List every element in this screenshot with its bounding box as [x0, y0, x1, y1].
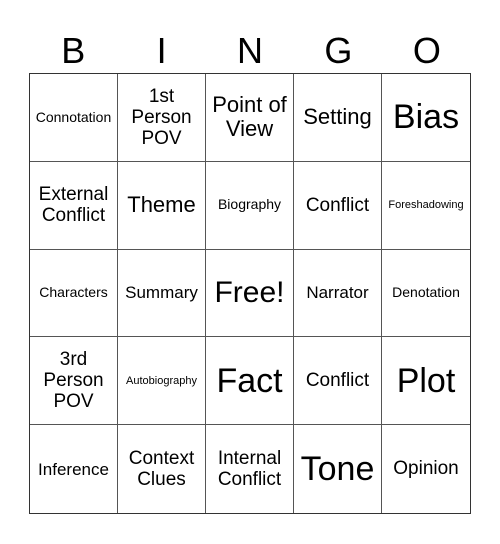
bingo-cell[interactable]: Plot	[382, 337, 470, 426]
header-letter-o: O	[412, 30, 441, 71]
bingo-cell[interactable]: External Conflict	[30, 161, 118, 250]
bingo-cell[interactable]: Narrator	[294, 249, 382, 338]
bingo-cell[interactable]: Inference	[30, 425, 118, 513]
bingo-cell[interactable]: Conflict	[294, 337, 382, 426]
bingo-cell[interactable]: Summary	[118, 249, 206, 338]
bingo-cell[interactable]: 1st Person POV	[118, 74, 206, 162]
bingo-grid: Connotation 1st Person POV Point of View…	[29, 73, 471, 514]
bingo-cell-free[interactable]: Free!	[206, 249, 294, 338]
bingo-cell[interactable]: Point of View	[206, 74, 294, 162]
bingo-cell[interactable]: Setting	[294, 74, 382, 162]
bingo-cell[interactable]: Bias	[382, 74, 470, 162]
bingo-cell[interactable]: Conflict	[294, 161, 382, 250]
header-letter-n: N	[237, 30, 264, 71]
bingo-cell[interactable]: Characters	[30, 249, 118, 338]
bingo-cell[interactable]: Denotation	[382, 250, 470, 338]
bingo-cell[interactable]: 3rd Person POV	[30, 337, 118, 426]
bingo-cell[interactable]: Connotation	[30, 74, 118, 162]
bingo-cell[interactable]: Fact	[206, 337, 294, 426]
bingo-cell[interactable]: Opinion	[382, 425, 470, 513]
bingo-cell[interactable]: Biography	[206, 161, 294, 250]
bingo-cell[interactable]: Theme	[118, 161, 206, 250]
header-letter-i: I	[156, 30, 167, 71]
bingo-cell[interactable]: Foreshadowing	[382, 162, 470, 250]
bingo-cell[interactable]: Autobiography	[118, 337, 206, 426]
bingo-cell[interactable]: Context Clues	[118, 425, 206, 513]
bingo-cell[interactable]: Tone	[294, 425, 382, 513]
bingo-header: B I N G O	[29, 28, 471, 73]
header-letter-g: G	[324, 30, 353, 71]
bingo-cell[interactable]: Internal Conflict	[206, 425, 294, 513]
header-letter-b: B	[61, 30, 86, 71]
